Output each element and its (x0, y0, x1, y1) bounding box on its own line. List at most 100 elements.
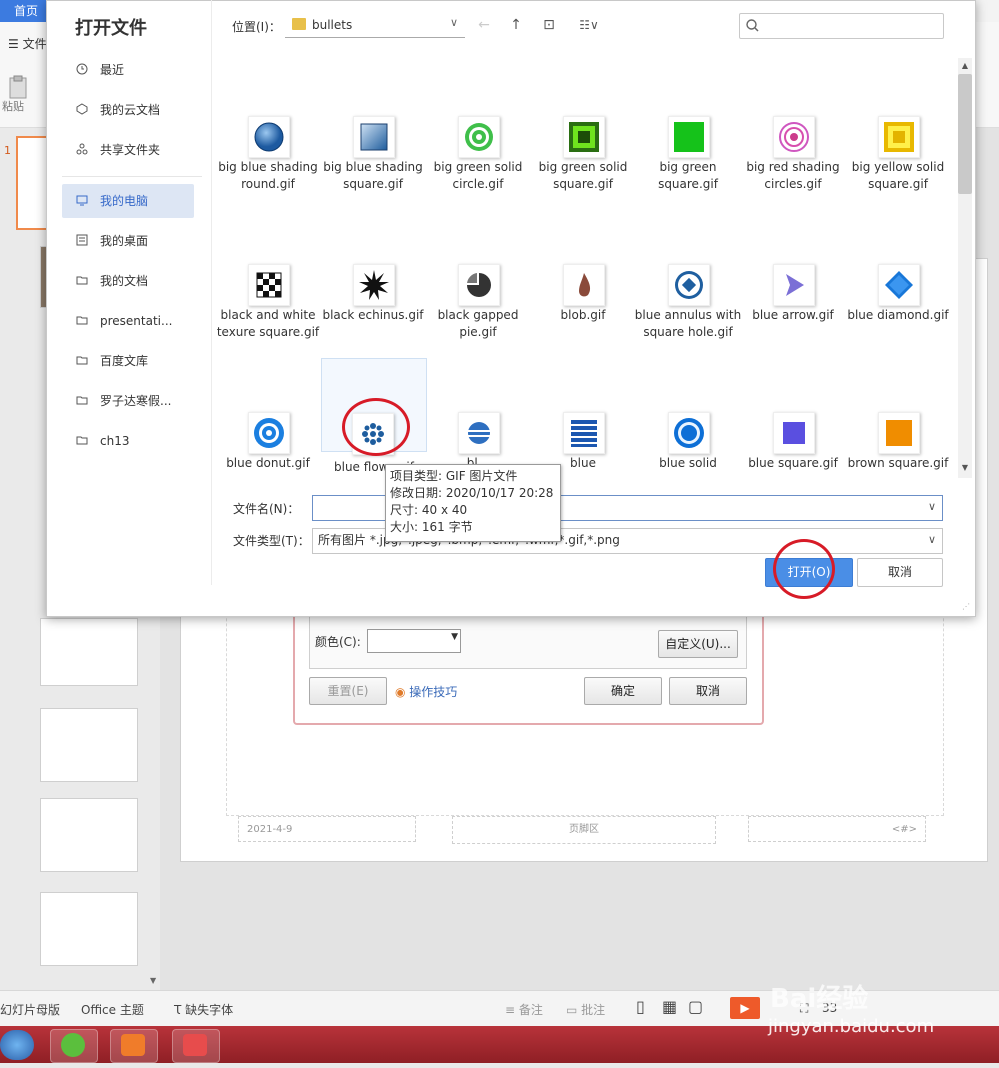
filetype-chevron-icon[interactable]: ∨ (928, 533, 936, 546)
scrollbar-thumb[interactable] (958, 74, 972, 194)
annotation-circle (773, 539, 835, 599)
red-circles-icon (779, 122, 809, 152)
start-button-icon[interactable] (0, 1030, 34, 1060)
nav-item-recent[interactable]: 最近 (62, 53, 194, 87)
nav-item-shared[interactable]: 共享文件夹 (62, 133, 194, 167)
normal-view-icon[interactable]: ▯ (636, 997, 645, 1016)
checker-square-icon (256, 272, 282, 298)
new-folder-icon[interactable]: ⊡ (539, 14, 559, 36)
computer-icon (76, 195, 88, 206)
dropdown-arrow-icon: ▼ (451, 632, 458, 642)
file-item[interactable]: big green solid square.gif (531, 106, 635, 226)
bullet-thumbnail (563, 116, 605, 158)
wps-taskbar-icon[interactable] (172, 1029, 220, 1063)
back-arrow-icon[interactable]: ← (474, 14, 494, 36)
slide-master-label[interactable]: 幻灯片母版 (0, 1001, 60, 1018)
notes-toggle[interactable]: ≡ 备注 (505, 1001, 543, 1018)
file-item[interactable]: big green square.gif (636, 106, 740, 226)
bullet-thumbnail (458, 264, 500, 306)
font-icon: Ꚍ (174, 1003, 186, 1017)
location-label: 位置(I)： (232, 20, 281, 34)
color-select[interactable]: ▼ (367, 629, 461, 653)
nav-item-computer[interactable]: 我的电脑 (62, 184, 194, 218)
cloud-icon (76, 103, 88, 115)
file-item[interactable]: blob.gif (531, 254, 635, 374)
slide-thumbnail[interactable] (40, 708, 138, 782)
slide-thumbnail[interactable] (40, 618, 138, 686)
comment-icon: ▭ (566, 1003, 582, 1017)
slide-thumbnail[interactable] (40, 798, 138, 872)
nav-item-desktop[interactable]: 我的桌面 (62, 224, 194, 258)
menu-icon: ☰ (8, 37, 23, 51)
scroll-down-icon[interactable]: ▼ (958, 460, 972, 476)
file-tooltip: 项目类型: GIF 图片文件 修改日期: 2020/10/17 20:28 尺寸… (385, 464, 561, 542)
footer-date[interactable]: 2021-4-9 (238, 816, 416, 842)
nav-item-documents[interactable]: 我的文档 (62, 264, 194, 298)
brown-square-icon (886, 420, 912, 446)
nav-item-presentation[interactable]: presentati... (62, 304, 194, 338)
footer-center[interactable]: 页脚区 (452, 816, 716, 844)
bullet-thumbnail (773, 116, 815, 158)
nav-item-baidu-library[interactable]: 百度文库 (62, 344, 194, 378)
folder-icon (76, 316, 88, 325)
filename-label: 文件名(N)： (233, 502, 300, 516)
nav-item-cloud[interactable]: 我的云文档 (62, 93, 194, 127)
tab-home[interactable]: 首页 (0, 0, 52, 22)
blue-square-icon (783, 422, 805, 444)
thumb-scroll-down-icon[interactable]: ▼ (150, 976, 156, 985)
file-item[interactable]: big green solid circle.gif (426, 106, 530, 226)
baidu-watermark-url: jingyan.baidu.com (768, 1016, 935, 1037)
browser-taskbar-icon[interactable] (50, 1029, 98, 1063)
search-input[interactable] (739, 13, 944, 39)
scroll-up-icon[interactable]: ▲ (958, 58, 972, 74)
bullet-thumbnail (668, 264, 710, 306)
bullet-thumbnail (668, 116, 710, 158)
file-item[interactable]: blue diamond.gif (846, 254, 950, 374)
bullet-thumbnail (458, 116, 500, 158)
folder-icon (76, 436, 88, 445)
slide-thumbnail[interactable] (40, 892, 138, 966)
bg-cancel-button[interactable]: 取消 (669, 677, 747, 705)
cancel-button[interactable]: 取消 (857, 558, 943, 587)
filetype-label: 文件类型(T)： (233, 534, 310, 548)
tips-link[interactable]: ◉ 操作技巧 (395, 683, 457, 700)
filename-chevron-icon[interactable]: ∨ (928, 500, 936, 513)
file-item[interactable]: big blue shading square.gif (321, 106, 425, 226)
reset-button[interactable]: 重置(E) (309, 677, 387, 705)
file-menu[interactable]: ☰ 文件 (8, 35, 47, 52)
file-item[interactable]: black gapped pie.gif (426, 254, 530, 374)
notes-icon: ≡ (505, 1003, 519, 1017)
view-mode-icon[interactable]: ☷∨ (574, 14, 604, 36)
footer-page-number[interactable]: <#> (748, 816, 926, 842)
missing-fonts[interactable]: Ꚍ 缺失字体 (174, 1001, 233, 1018)
file-item[interactable]: big red shading circles.gif (741, 106, 845, 226)
play-icon[interactable]: ▶ (730, 997, 760, 1019)
reading-view-icon[interactable]: ▢ (688, 997, 703, 1016)
dialog-title: 打开文件 (75, 18, 147, 39)
gapped-pie-icon (467, 273, 491, 297)
ok-button[interactable]: 确定 (584, 677, 662, 705)
file-item[interactable]: blue arrow.gif (741, 254, 845, 374)
green-solid-square-icon (569, 122, 599, 152)
bullet-thumbnail (563, 412, 605, 454)
app-taskbar-icon[interactable] (110, 1029, 158, 1063)
chevron-down-icon[interactable]: ∨ (450, 16, 458, 29)
annotation-circle (342, 398, 410, 456)
tooltip-filesize: 大小: 161 字节 (390, 520, 473, 534)
grid-view-icon[interactable]: ▦ (662, 997, 677, 1016)
file-item[interactable]: black echinus.gif (321, 254, 425, 374)
resize-grip-icon[interactable]: ⋰ (962, 602, 970, 611)
file-item[interactable]: black and white texure square.gif (216, 254, 320, 374)
nav-divider (62, 176, 202, 177)
up-arrow-icon[interactable]: ↑ (506, 14, 526, 36)
nav-item-ch13[interactable]: ch13 (62, 424, 194, 458)
file-item[interactable]: blue annulus with square hole.gif (635, 254, 741, 374)
theme-label[interactable]: Office 主题 (81, 1001, 144, 1018)
nav-item-winter-folder[interactable]: 罗子达寒假... (62, 384, 194, 418)
file-item[interactable]: big yellow solid square.gif (846, 106, 950, 226)
file-item[interactable]: big blue shading round.gif (216, 106, 320, 226)
annulus-square-hole-icon (675, 271, 703, 299)
bullet-thumbnail (563, 264, 605, 306)
custom-button[interactable]: 自定义(U)... (658, 630, 738, 658)
comments-toggle[interactable]: ▭ 批注 (566, 1001, 605, 1018)
